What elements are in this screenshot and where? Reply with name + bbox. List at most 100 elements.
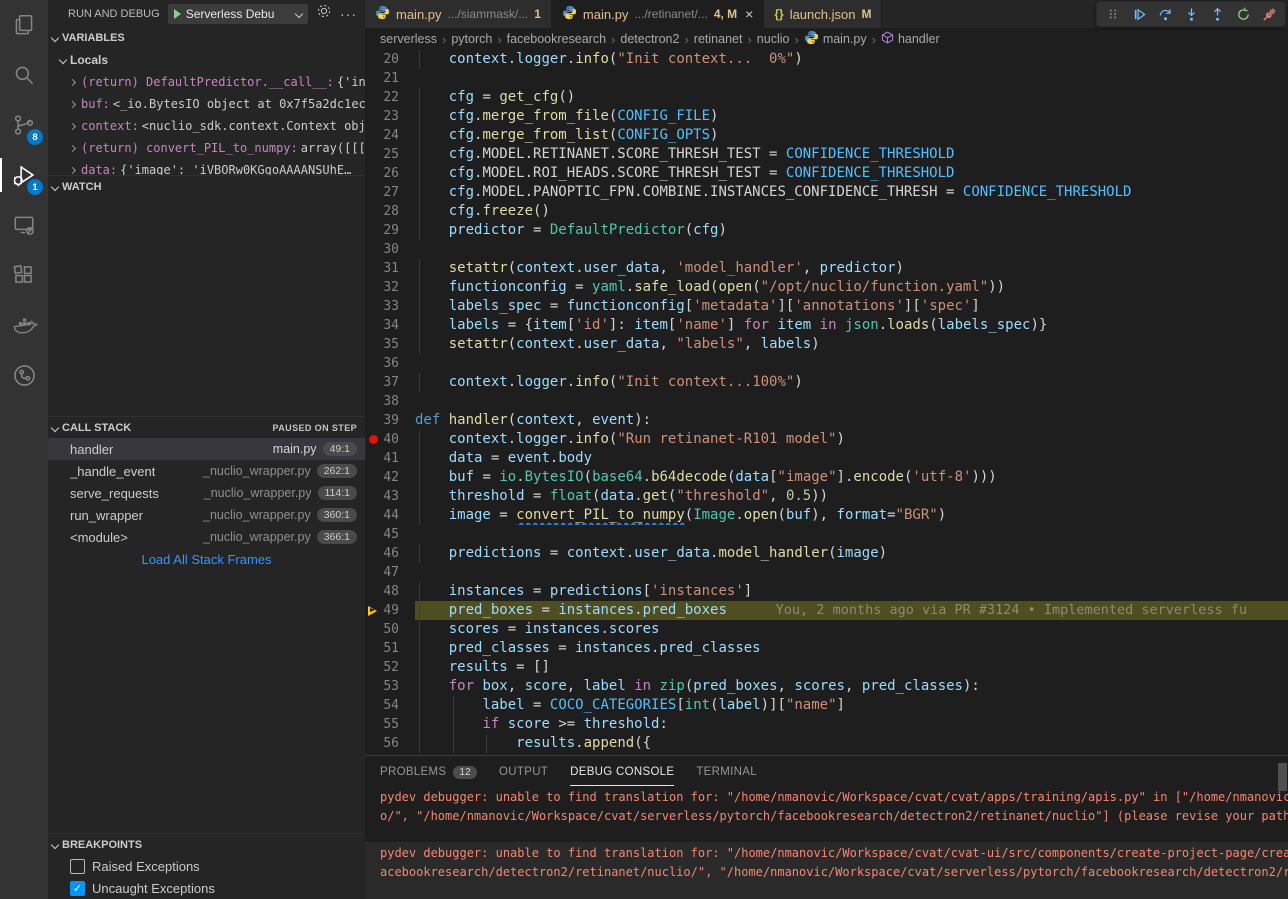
gutter[interactable]: 22 (365, 88, 415, 107)
gutter[interactable]: 21 (365, 69, 415, 88)
code-text[interactable] (415, 525, 1288, 544)
code-line-38[interactable]: 38 (365, 392, 1288, 411)
gutter[interactable]: 51 (365, 639, 415, 658)
code-line-46[interactable]: 46 predictions = context.user_data.model… (365, 544, 1288, 563)
code-line-45[interactable]: 45 (365, 525, 1288, 544)
variable-row[interactable]: context: <nuclio_sdk.context.Context obj… (48, 115, 365, 137)
stack-frame-row[interactable]: _handle_event_nuclio_wrapper.py262:1 (48, 460, 365, 482)
gutter[interactable]: 33 (365, 297, 415, 316)
gripper-icon[interactable] (1101, 3, 1125, 25)
code-line-50[interactable]: 50 scores = instances.scores (365, 620, 1288, 639)
watch-section-header[interactable]: WATCH (48, 175, 365, 197)
gutter[interactable]: 20 (365, 50, 415, 69)
continue-button[interactable] (1127, 3, 1151, 25)
code-text[interactable]: labels_spec = functionconfig['metadata']… (415, 297, 1288, 316)
locals-scope-header[interactable]: Locals (48, 49, 365, 71)
panel-tab-terminal[interactable]: TERMINAL (696, 756, 757, 786)
code-line-27[interactable]: 27 cfg.MODEL.PANOPTIC_FPN.COMBINE.INSTAN… (365, 183, 1288, 202)
breadcrumb-item-pytorch[interactable]: pytorch (451, 32, 492, 46)
code-line-54[interactable]: 54 label = COCO_CATEGORIES[int(label)]["… (365, 696, 1288, 715)
gutter[interactable]: 41 (365, 449, 415, 468)
code-line-20[interactable]: 20 context.logger.info("Init context... … (365, 50, 1288, 69)
gutter[interactable]: 54 (365, 696, 415, 715)
code-text[interactable]: cfg = get_cfg() (415, 88, 1288, 107)
code-text[interactable]: cfg.merge_from_file(CONFIG_FILE) (415, 107, 1288, 126)
code-editor[interactable]: 20 context.logger.info("Init context... … (365, 50, 1288, 755)
code-line-24[interactable]: 24 cfg.merge_from_list(CONFIG_OPTS) (365, 126, 1288, 145)
disconnect-button[interactable] (1257, 3, 1281, 25)
code-line-51[interactable]: 51 pred_classes = instances.pred_classes (365, 639, 1288, 658)
gutter[interactable]: 27 (365, 183, 415, 202)
code-text[interactable]: pred_boxes = instances.pred_boxesYou, 2 … (415, 601, 1288, 620)
gutter[interactable]: 47 (365, 563, 415, 582)
panel-tab-problems[interactable]: PROBLEMS12 (380, 756, 477, 786)
close-icon[interactable]: × (745, 6, 753, 22)
gutter[interactable]: 40 (365, 430, 415, 449)
code-text[interactable]: scores = instances.scores (415, 620, 1288, 639)
breakpoint-dot[interactable] (369, 435, 378, 444)
call-stack-section-header[interactable]: CALL STACK PAUSED ON STEP (48, 416, 365, 438)
code-line-36[interactable]: 36 (365, 354, 1288, 373)
code-line-40[interactable]: 40 context.logger.info("Run retinanet-R1… (365, 430, 1288, 449)
breadcrumb-item-retinanet[interactable]: retinanet (694, 32, 743, 46)
code-line-49[interactable]: 49 pred_boxes = instances.pred_boxesYou,… (365, 601, 1288, 620)
source-control-icon[interactable]: 8 (0, 100, 48, 150)
code-text[interactable]: instances = predictions['instances'] (415, 582, 1288, 601)
gutter[interactable]: 46 (365, 544, 415, 563)
variable-row[interactable]: buf: <_io.BytesIO object at 0x7f5a2dc1ec… (48, 93, 365, 115)
gutter[interactable]: 53 (365, 677, 415, 696)
gutter[interactable]: 28 (365, 202, 415, 221)
gutter[interactable]: 52 (365, 658, 415, 677)
gutter[interactable]: 49 (365, 601, 415, 620)
code-line-29[interactable]: 29 predictor = DefaultPredictor(cfg) (365, 221, 1288, 240)
code-line-42[interactable]: 42 buf = io.BytesIO(base64.b64decode(dat… (365, 468, 1288, 487)
code-text[interactable] (415, 563, 1288, 582)
gutter[interactable]: 36 (365, 354, 415, 373)
panel-tab-output[interactable]: OUTPUT (499, 756, 548, 786)
code-line-21[interactable]: 21 (365, 69, 1288, 88)
gutter[interactable]: 42 (365, 468, 415, 487)
code-text[interactable]: for box, score, label in zip(pred_boxes,… (415, 677, 1288, 696)
step-into-button[interactable] (1179, 3, 1203, 25)
code-line-31[interactable]: 31 setattr(context.user_data, 'model_han… (365, 259, 1288, 278)
code-text[interactable]: def handler(context, event): (415, 411, 1288, 430)
stack-frame-row[interactable]: serve_requests_nuclio_wrapper.py114:1 (48, 482, 365, 504)
step-over-button[interactable] (1153, 3, 1177, 25)
breakpoint-checkbox[interactable] (70, 859, 85, 874)
code-text[interactable]: predictions = context.user_data.model_ha… (415, 544, 1288, 563)
gutter[interactable]: 23 (365, 107, 415, 126)
breadcrumb-item-facebookresearch[interactable]: facebookresearch (507, 32, 606, 46)
breakpoint-row[interactable]: ✓Uncaught Exceptions (48, 877, 365, 899)
code-text[interactable] (415, 69, 1288, 88)
extensions-icon[interactable] (0, 250, 48, 300)
code-text[interactable]: buf = io.BytesIO(base64.b64decode(data["… (415, 468, 1288, 487)
code-text[interactable]: data = event.body (415, 449, 1288, 468)
code-line-48[interactable]: 48 instances = predictions['instances'] (365, 582, 1288, 601)
code-line-43[interactable]: 43 threshold = float(data.get("threshold… (365, 487, 1288, 506)
code-line-32[interactable]: 32 functionconfig = yaml.safe_load(open(… (365, 278, 1288, 297)
search-icon[interactable] (0, 50, 48, 100)
variable-row[interactable]: (return) DefaultPredictor.__call__: {'in… (48, 71, 365, 93)
gutter[interactable]: 37 (365, 373, 415, 392)
breakpoint-checkbox[interactable]: ✓ (70, 881, 85, 896)
docker-icon[interactable] (0, 300, 48, 350)
code-text[interactable]: cfg.MODEL.RETINANET.SCORE_THRESH_TEST = … (415, 145, 1288, 164)
code-text[interactable]: results = [] (415, 658, 1288, 677)
gutter[interactable]: 35 (365, 335, 415, 354)
code-text[interactable]: context.logger.info("Init context...100%… (415, 373, 1288, 392)
code-text[interactable]: cfg.MODEL.ROI_HEADS.SCORE_THRESH_TEST = … (415, 164, 1288, 183)
breakpoint-row[interactable]: Raised Exceptions (48, 855, 365, 877)
variables-section-header[interactable]: VARIABLES (48, 27, 365, 49)
code-line-37[interactable]: 37 context.logger.info("Init context...1… (365, 373, 1288, 392)
code-text[interactable]: pred_classes = instances.pred_classes (415, 639, 1288, 658)
code-text[interactable]: results.append({ (415, 734, 1288, 753)
code-line-33[interactable]: 33 labels_spec = functionconfig['metadat… (365, 297, 1288, 316)
code-line-44[interactable]: 44 image = convert_PIL_to_numpy(Image.op… (365, 506, 1288, 525)
breakpoints-section-header[interactable]: BREAKPOINTS (48, 833, 365, 855)
stack-frame-row[interactable]: run_wrapper_nuclio_wrapper.py360:1 (48, 504, 365, 526)
code-line-22[interactable]: 22 cfg = get_cfg() (365, 88, 1288, 107)
code-text[interactable] (415, 240, 1288, 259)
gutter[interactable]: 25 (365, 145, 415, 164)
code-text[interactable]: labels = {item['id']: item['name'] for i… (415, 316, 1288, 335)
gutter[interactable]: 55 (365, 715, 415, 734)
